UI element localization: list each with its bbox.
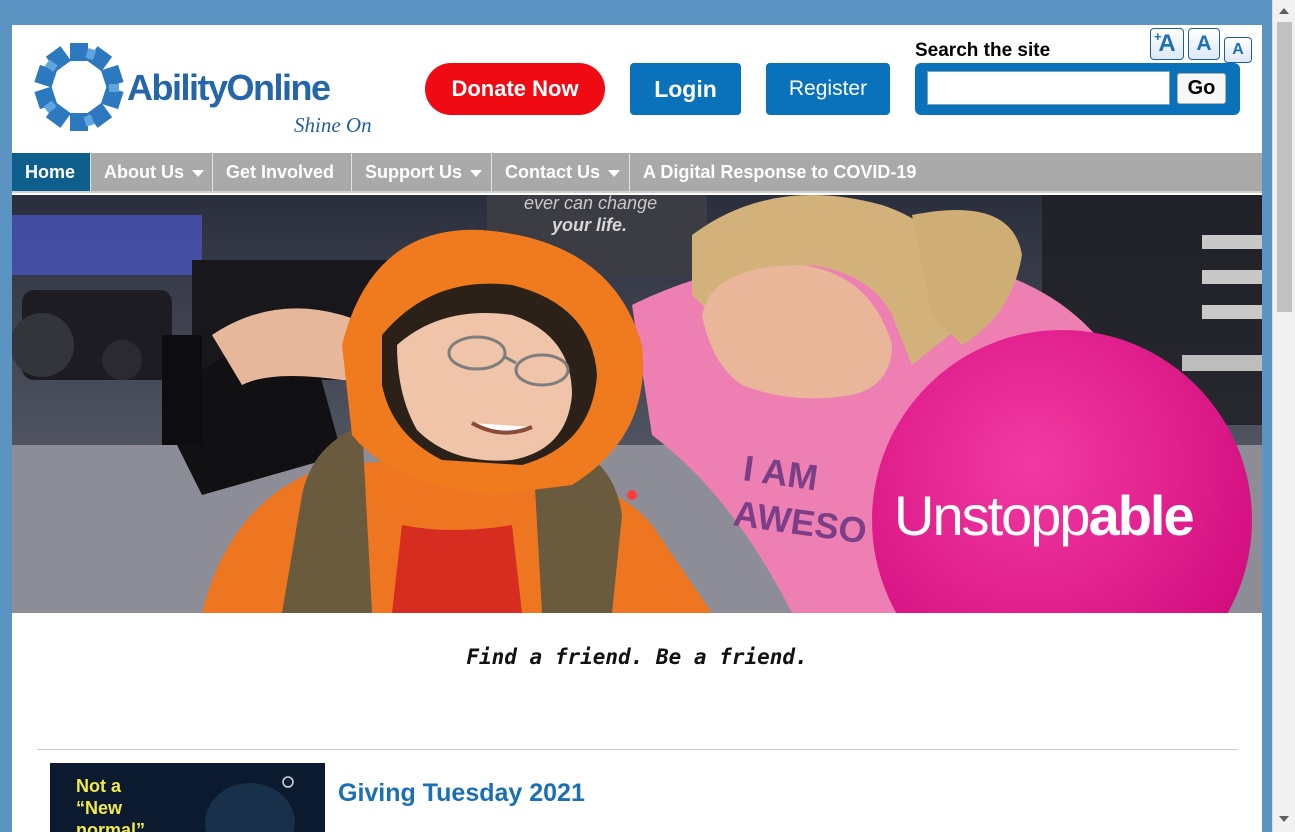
search-go-button[interactable]: Go: [1177, 73, 1226, 104]
badge-text: Unstoppable: [894, 484, 1193, 547]
nav-item-home[interactable]: Home: [12, 153, 90, 191]
nav-item-support-us[interactable]: Support Us: [352, 153, 491, 191]
nav-item-contact-us[interactable]: Contact Us: [492, 153, 629, 191]
donate-button[interactable]: Donate Now: [425, 63, 605, 115]
scrollbar-thumb[interactable]: [1277, 22, 1292, 312]
nav-item-about-us[interactable]: About Us: [91, 153, 212, 191]
chevron-down-icon: [192, 169, 204, 177]
font-size-small-label: A: [1232, 41, 1244, 58]
search-input[interactable]: [927, 71, 1170, 105]
plus-icon: +: [1154, 29, 1162, 44]
nav-item-get-involved[interactable]: Get Involved: [213, 153, 351, 191]
font-size-default-label: A: [1196, 32, 1212, 55]
font-size-decrease-button[interactable]: A: [1224, 37, 1252, 63]
nav-item-label: Support Us: [365, 161, 462, 182]
article-thumbnail[interactable]: Not a “New normal”: [50, 763, 325, 832]
logo-tagline: Shine On: [294, 113, 372, 137]
search-form: Go: [915, 63, 1240, 115]
font-size-increase-button[interactable]: + A: [1150, 28, 1184, 60]
hero-sign-text: ever can change: [524, 195, 657, 213]
section-divider: [37, 749, 1237, 750]
nav-item-label: Get Involved: [226, 161, 335, 182]
logo-wordmark: AbilityOnline: [127, 67, 331, 108]
nav-item-label: A Digital Response to COVID-19: [643, 161, 917, 182]
scroll-up-arrow-icon[interactable]: [1279, 8, 1289, 14]
logo-emblem-icon: [34, 43, 124, 131]
main-nav: Home About Us Get Involved Support Us Co…: [12, 153, 1262, 193]
site-motto: Find a friend. Be a friend.: [466, 645, 808, 669]
svg-text:your life.: your life.: [551, 215, 627, 235]
hero-photo: ever can change your life. I AM AWESO Un…: [12, 195, 1262, 613]
page-scrollbar[interactable]: [1272, 0, 1295, 832]
page: AbilityOnline Shine On Donate Now Login …: [12, 25, 1262, 832]
nav-item-covid-response[interactable]: A Digital Response to COVID-19: [630, 153, 970, 191]
nav-item-label: Contact Us: [505, 161, 601, 182]
font-size-default-button[interactable]: A: [1188, 28, 1220, 60]
nav-item-label: About Us: [104, 161, 184, 182]
hero-banner[interactable]: ever can change your life. I AM AWESO Un…: [12, 195, 1262, 613]
register-button[interactable]: Register: [766, 63, 890, 115]
thumbnail-photo: [205, 776, 295, 832]
article-title-link[interactable]: Giving Tuesday 2021: [338, 779, 585, 808]
login-button[interactable]: Login: [630, 63, 741, 115]
chevron-down-icon: [608, 169, 621, 177]
scroll-down-arrow-icon[interactable]: [1279, 816, 1289, 822]
search-label: Search the site: [915, 40, 1051, 61]
nav-item-label: Home: [25, 161, 76, 182]
site-logo[interactable]: AbilityOnline Shine On: [32, 40, 382, 137]
chevron-down-icon: [470, 169, 482, 177]
